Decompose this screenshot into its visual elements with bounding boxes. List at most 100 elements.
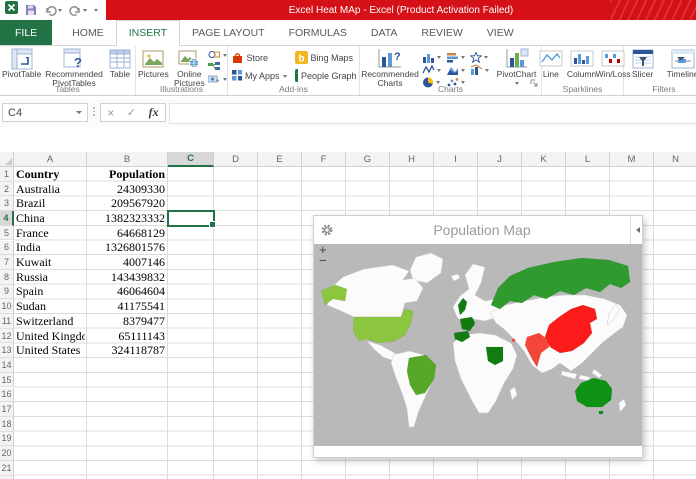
insert-function-button[interactable]: fx [149, 105, 159, 120]
online-pictures-button[interactable]: Online Pictures [171, 48, 208, 89]
tab-home[interactable]: HOME [60, 20, 116, 45]
column-header-A[interactable]: A [14, 152, 87, 167]
redo-button[interactable] [69, 5, 87, 16]
row-header-16[interactable]: 16 [0, 388, 14, 403]
cell-A2[interactable]: Australia [16, 182, 85, 197]
recommended-charts-button[interactable]: ? Recommended Charts [360, 48, 420, 89]
table-button[interactable]: Table [105, 48, 135, 89]
insert-stock-chart-button[interactable] [470, 51, 492, 64]
store-button[interactable]: Store [231, 51, 287, 64]
timeline-button[interactable]: Timeline [661, 48, 696, 79]
enter-button[interactable]: ✓ [127, 106, 136, 119]
map-collapse-button[interactable] [630, 216, 642, 244]
insert-column-chart-button[interactable] [422, 51, 446, 64]
row-header-20[interactable]: 20 [0, 446, 14, 461]
row-header-21[interactable]: 21 [0, 461, 14, 476]
save-button[interactable] [25, 4, 37, 16]
insert-combo-chart-button[interactable] [470, 64, 492, 77]
undo-button[interactable] [44, 5, 62, 16]
my-apps-button[interactable]: My Apps [231, 69, 287, 82]
tab-insert[interactable]: INSERT [116, 20, 180, 46]
name-box-dropdown-icon[interactable] [76, 111, 82, 117]
map-header[interactable]: Population Map [314, 216, 642, 244]
row-header-14[interactable]: 14 [0, 358, 14, 373]
cell-B8[interactable]: 143439832 [88, 270, 165, 285]
screenshot-button[interactable]: + [208, 74, 227, 83]
cell-B1[interactable]: Population [88, 167, 165, 182]
cell-B9[interactable]: 46064604 [88, 285, 165, 300]
cell-A7[interactable]: Kuwait [16, 255, 85, 270]
tab-file[interactable]: FILE [0, 20, 52, 45]
cell-A4[interactable]: China [16, 211, 85, 226]
pivottable-button[interactable]: PivotTable [0, 48, 43, 89]
tab-review[interactable]: REVIEW [409, 20, 474, 45]
cell-A12[interactable]: United Kingdom [16, 329, 85, 344]
cancel-button[interactable]: × [107, 106, 114, 120]
column-header-K[interactable]: K [522, 152, 566, 167]
cell-B10[interactable]: 41175541 [88, 299, 165, 314]
customize-qat-button[interactable] [94, 6, 98, 14]
map-zoom-out-button[interactable]: − [319, 255, 327, 266]
cell-A6[interactable]: India [16, 241, 85, 256]
shapes-button[interactable] [208, 50, 227, 59]
cell-B6[interactable]: 1326801576 [88, 241, 165, 256]
map-canvas[interactable]: + − [314, 244, 642, 446]
column-header-I[interactable]: I [434, 152, 478, 167]
column-header-E[interactable]: E [258, 152, 302, 167]
cell-B7[interactable]: 4007146 [88, 255, 165, 270]
cell-A5[interactable]: France [16, 226, 85, 241]
map-settings-button[interactable] [320, 223, 334, 237]
ribbon-tab-row: FILE HOME INSERT PAGE LAYOUT FORMULAS DA… [0, 20, 696, 46]
column-header-M[interactable]: M [610, 152, 654, 167]
column-header-J[interactable]: J [478, 152, 522, 167]
cell-A13[interactable]: United States [16, 343, 85, 358]
insert-area-chart-button[interactable] [446, 64, 470, 77]
tab-formulas[interactable]: FORMULAS [277, 20, 359, 45]
select-all-corner[interactable] [0, 152, 14, 167]
cell-B4[interactable]: 1382323332 [88, 211, 165, 226]
row-header-19[interactable]: 19 [0, 432, 14, 447]
sparkline-line-button[interactable]: Line [537, 48, 565, 79]
bing-maps-button[interactable]: b Bing Maps [295, 51, 357, 64]
cell-A3[interactable]: Brazil [16, 196, 85, 211]
cell-B5[interactable]: 64668129 [88, 226, 165, 241]
cell-A8[interactable]: Russia [16, 270, 85, 285]
column-header-B[interactable]: B [87, 152, 168, 167]
cell-B3[interactable]: 209567920 [88, 196, 165, 211]
sparkline-column-button[interactable]: Column [565, 48, 598, 79]
column-header-H[interactable]: H [390, 152, 434, 167]
recommended-pivottables-button[interactable]: ? Recommended PivotTables [43, 48, 105, 89]
cell-B12[interactable]: 65111143 [88, 329, 165, 344]
column-header-D[interactable]: D [214, 152, 258, 167]
column-header-G[interactable]: G [346, 152, 390, 167]
tab-data[interactable]: DATA [359, 20, 409, 45]
formula-input[interactable] [169, 103, 696, 124]
cell-A1[interactable]: Country [16, 167, 85, 182]
name-box[interactable]: C4 [2, 103, 88, 122]
insert-line-chart-button[interactable] [422, 64, 446, 77]
people-graph-button[interactable]: People Graph [295, 69, 357, 82]
fill-handle[interactable] [209, 221, 216, 228]
cell-B13[interactable]: 324118787 [88, 343, 165, 358]
column-header-F[interactable]: F [302, 152, 346, 167]
insert-bar-chart-button[interactable] [446, 51, 470, 64]
cell-A9[interactable]: Spain [16, 285, 85, 300]
cell-A11[interactable]: Switzerland [16, 314, 85, 329]
undo-dropdown-icon[interactable] [58, 9, 62, 14]
slicer-button[interactable]: Slicer [624, 48, 661, 79]
row-header-18[interactable]: 18 [0, 417, 14, 432]
tab-view[interactable]: VIEW [475, 20, 526, 45]
row-header-15[interactable]: 15 [0, 373, 14, 388]
redo-dropdown-icon[interactable] [83, 9, 87, 14]
population-map-overlay[interactable]: Population Map [313, 215, 643, 458]
column-header-N[interactable]: N [654, 152, 696, 167]
pictures-button[interactable]: Pictures [136, 48, 171, 89]
cell-A10[interactable]: Sudan [16, 299, 85, 314]
tab-page-layout[interactable]: PAGE LAYOUT [180, 20, 277, 45]
smartart-button[interactable] [208, 62, 227, 71]
column-header-L[interactable]: L [566, 152, 610, 167]
row-header-17[interactable]: 17 [0, 402, 14, 417]
cell-B2[interactable]: 24309330 [88, 182, 165, 197]
column-header-C[interactable]: C [168, 152, 214, 167]
cell-B11[interactable]: 8379477 [88, 314, 165, 329]
